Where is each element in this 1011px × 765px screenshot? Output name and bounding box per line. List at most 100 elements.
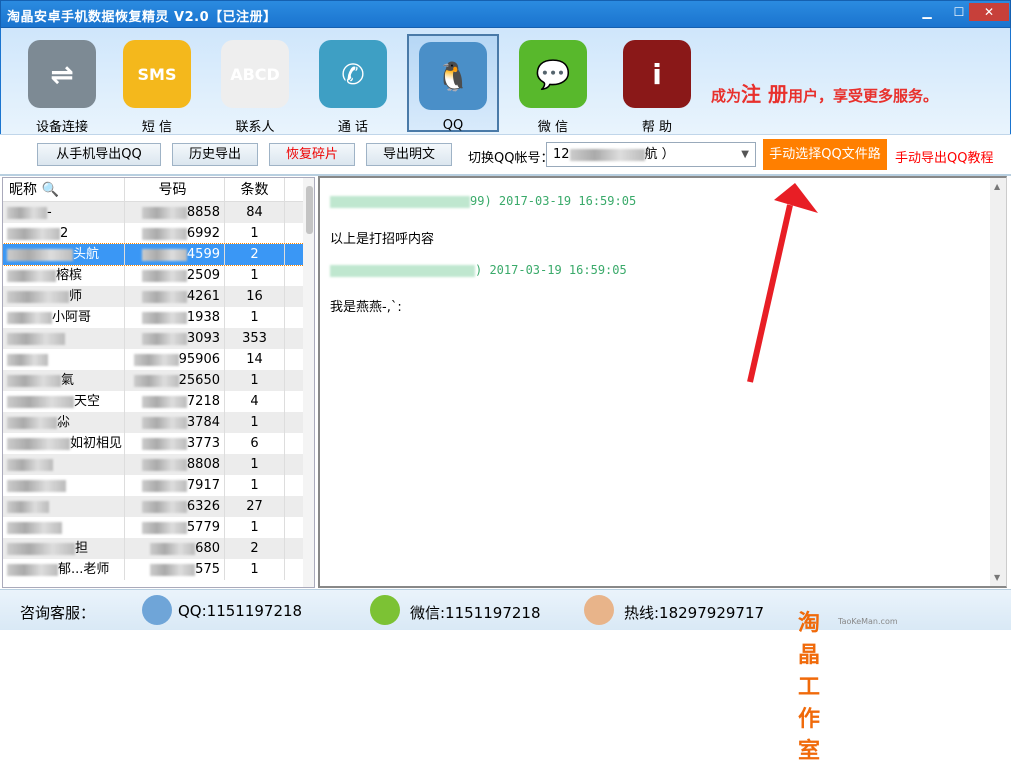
message-body: 我是燕燕-,`: — [330, 296, 402, 315]
tutorial-link[interactable]: 手动导出QQ教程 — [895, 147, 993, 166]
row-number: 8808 — [125, 454, 225, 475]
row-number: 7917 — [125, 475, 225, 496]
support-wechat: 微信:1151197218 — [410, 602, 541, 623]
list-row[interactable]: 57791 — [3, 517, 314, 538]
list-row[interactable]: 79171 — [3, 475, 314, 496]
phone-icon: ✆ — [319, 40, 387, 108]
search-icon[interactable]: 🔍 — [41, 182, 58, 198]
message-header: ) 2017-03-19 16:59:05 — [330, 263, 627, 277]
chat-scrollbar[interactable]: ▲▼ — [990, 178, 1006, 586]
row-number: 95906 — [125, 349, 225, 370]
list-row[interactable]: 小阿哥19381 — [3, 307, 314, 328]
header-number[interactable]: 号码 — [125, 178, 225, 201]
row-number: 3773 — [125, 433, 225, 454]
header-count[interactable]: 条数 — [225, 178, 285, 201]
toolbar-sms[interactable]: SMS短 信 — [111, 34, 203, 132]
blurred-text — [570, 149, 645, 161]
row-count: 353 — [225, 328, 285, 349]
list-row[interactable]: 氣256501 — [3, 370, 314, 391]
row-nickname — [3, 328, 125, 349]
history-export-button[interactable]: 历史导出 — [172, 143, 258, 166]
row-nickname: 担 — [3, 538, 125, 559]
brand-sub: TaoKeMan.com — [838, 617, 898, 626]
row-count: 2 — [225, 538, 285, 559]
toolbar-help[interactable]: i帮 助 — [611, 34, 703, 132]
switch-account-label: 切换QQ帐号： — [468, 147, 553, 166]
register-promo[interactable]: 成为注 册用户，享受更多服务。 — [711, 78, 938, 107]
row-count: 27 — [225, 496, 285, 517]
toolbar-label: 微 信 — [507, 116, 599, 135]
list-row[interactable]: 尛37841 — [3, 412, 314, 433]
row-count: 1 — [225, 454, 285, 475]
agent-icon — [584, 595, 614, 625]
list-row[interactable]: 头航45992 — [3, 244, 314, 265]
toolbar-label: 短 信 — [111, 116, 203, 135]
qq-penguin-icon: 🐧 — [419, 42, 487, 110]
toolbar-wechat[interactable]: 💬微 信 — [507, 34, 599, 132]
row-count: 1 — [225, 307, 285, 328]
row-number: 2509 — [125, 265, 225, 286]
row-number: 8858 — [125, 202, 225, 223]
manual-path-button[interactable]: 手动选择QQ文件路径 — [763, 139, 887, 170]
row-number: 4599 — [125, 244, 225, 265]
row-count: 16 — [225, 286, 285, 307]
export-from-phone-button[interactable]: 从手机导出QQ — [37, 143, 161, 166]
row-nickname: 榕槟 — [3, 265, 125, 286]
support-qq: QQ:1151197218 — [178, 602, 302, 620]
row-count: 1 — [225, 370, 285, 391]
list-row[interactable]: 9590614 — [3, 349, 314, 370]
list-row[interactable]: 天空72184 — [3, 391, 314, 412]
support-label: 咨询客服： — [20, 602, 95, 623]
list-row[interactable]: 郁...老师5751 — [3, 559, 314, 580]
list-row[interactable]: 如初相见37736 — [3, 433, 314, 454]
account-prefix: 12 — [553, 147, 570, 162]
contact-list: 昵称 🔍 号码 条数 -885884269921头航45992榕槟25091师4… — [2, 177, 315, 588]
toolbar-qq-penguin[interactable]: 🐧QQ — [407, 34, 499, 132]
row-count: 1 — [225, 412, 285, 433]
list-row[interactable]: 榕槟25091 — [3, 265, 314, 286]
row-count: 6 — [225, 433, 285, 454]
row-count: 1 — [225, 265, 285, 286]
list-row[interactable]: 632627 — [3, 496, 314, 517]
row-nickname: 郁...老师 — [3, 559, 125, 580]
toolbar-contacts[interactable]: ABCD联系人 — [209, 34, 301, 132]
row-number: 1938 — [125, 307, 225, 328]
device-connect-icon: ⇌ — [28, 40, 96, 108]
row-nickname — [3, 454, 125, 475]
row-number: 25650 — [125, 370, 225, 391]
account-select[interactable]: 12 航 ） ▼ — [546, 142, 756, 167]
list-row[interactable]: -885884 — [3, 202, 314, 223]
help-icon: i — [623, 40, 691, 108]
row-count: 2 — [225, 244, 285, 265]
recover-fragments-button[interactable]: 恢复碎片 — [269, 143, 355, 166]
toolbar-label: 通 话 — [307, 116, 399, 135]
toolbar-label: 联系人 — [209, 116, 301, 135]
list-row[interactable]: 269921 — [3, 223, 314, 244]
account-suffix: 航 ） — [645, 147, 675, 162]
chevron-down-icon: ▼ — [741, 143, 749, 166]
row-number: 3784 — [125, 412, 225, 433]
row-nickname: 氣 — [3, 370, 125, 391]
toolbar-phone[interactable]: ✆ 通 话 — [307, 34, 399, 132]
row-nickname — [3, 475, 125, 496]
close-button[interactable]: ✕ — [969, 3, 1009, 21]
list-row[interactable]: 3093353 — [3, 328, 314, 349]
chat-pane: 99) 2017-03-19 16:59:05 以上是打招呼内容 ) 2017-… — [318, 176, 1007, 588]
toolbar-label: 设备连接 — [16, 116, 108, 135]
row-number: 5779 — [125, 517, 225, 538]
list-row[interactable]: 师426116 — [3, 286, 314, 307]
row-nickname — [3, 517, 125, 538]
row-nickname: 师 — [3, 286, 125, 307]
row-nickname: - — [3, 202, 125, 223]
list-row[interactable]: 担6802 — [3, 538, 314, 559]
row-count: 14 — [225, 349, 285, 370]
toolbar-device-connect[interactable]: ⇌ 设备连接 — [16, 34, 108, 132]
main-toolbar: ⇌ 设备连接SMS短 信ABCD联系人 ✆ 通 话 🐧QQ💬微 信i帮 助成为注 册用户… — [0, 28, 1011, 134]
export-plaintext-button[interactable]: 导出明文 — [366, 143, 452, 166]
list-row[interactable]: 88081 — [3, 454, 314, 475]
minimize-button[interactable]: ▁ — [913, 3, 941, 21]
list-header: 昵称 🔍 号码 条数 — [3, 178, 314, 202]
header-nickname[interactable]: 昵称 🔍 — [3, 178, 125, 201]
row-number: 575 — [125, 559, 225, 580]
list-scrollbar[interactable] — [303, 178, 315, 587]
